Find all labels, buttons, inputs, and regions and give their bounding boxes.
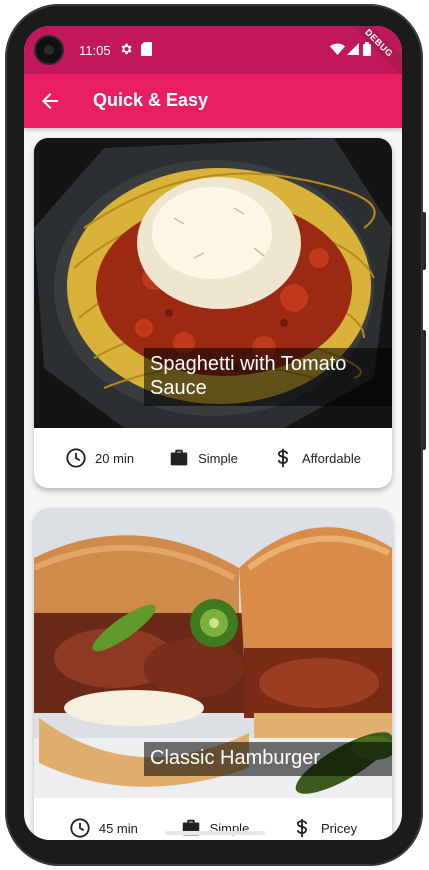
complexity-info: Simple	[168, 447, 238, 469]
page-title: Quick & Easy	[93, 90, 209, 110]
dollar-icon	[296, 818, 308, 838]
sd-card-icon	[141, 42, 152, 56]
meal-meta-row: 20 min Simple Affordable	[34, 428, 392, 488]
meal-image: Classic Hamburger	[34, 508, 392, 798]
meal-title: Spaghetti with Tomato Sauce	[144, 348, 392, 406]
affordability-info: Affordable	[272, 447, 361, 469]
clock-icon	[70, 818, 90, 838]
dollar-icon	[277, 448, 288, 468]
meal-card[interactable]: Classic Hamburger 45 min Simple Pricey	[34, 508, 392, 840]
affordability-text: Affordable	[301, 450, 361, 466]
status-bar: 11:05 DEBUG	[24, 26, 402, 80]
briefcase-icon	[170, 449, 188, 466]
settings-icon	[121, 43, 132, 55]
duration-info: 20 min	[65, 447, 134, 469]
meal-title: Classic Hamburger	[144, 742, 392, 776]
screen: 11:05 DEBUG Quick & Easy Spaghetti with …	[24, 26, 402, 840]
app-bar: Quick & Easy	[24, 74, 402, 128]
affordability-info: Pricey	[291, 817, 357, 839]
affordability-text: Pricey	[321, 820, 358, 836]
meal-list[interactable]: Spaghetti with Tomato Sauce 20 min Simpl…	[24, 128, 402, 840]
duration-info: 45 min	[69, 817, 138, 839]
home-indicator[interactable]	[165, 831, 265, 835]
status-time: 11:05	[79, 43, 111, 58]
meal-card[interactable]: Spaghetti with Tomato Sauce 20 min Simpl…	[34, 138, 392, 488]
power-button	[422, 330, 426, 450]
complexity-text: Simple	[198, 450, 238, 466]
duration-text: 20 min	[95, 450, 135, 466]
signal-icon	[347, 43, 359, 55]
duration-text: 45 min	[98, 820, 138, 836]
meal-image: Spaghetti with Tomato Sauce	[34, 138, 392, 428]
volume-button	[422, 212, 426, 270]
complexity-info: Simple	[180, 817, 249, 839]
front-camera	[36, 37, 62, 63]
wifi-icon	[330, 43, 345, 55]
briefcase-icon	[182, 819, 199, 836]
back-arrow-icon[interactable]	[38, 89, 62, 113]
clock-icon	[66, 448, 86, 468]
